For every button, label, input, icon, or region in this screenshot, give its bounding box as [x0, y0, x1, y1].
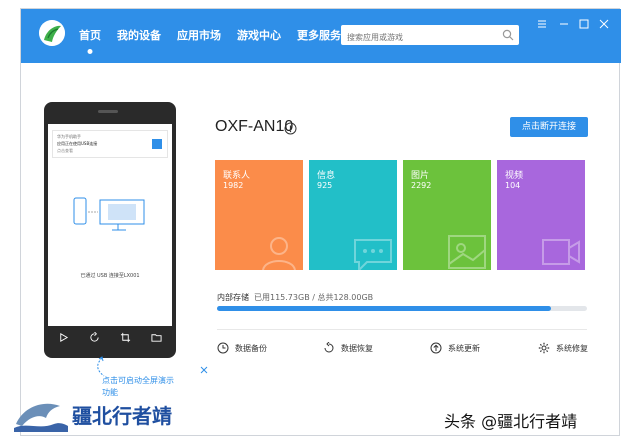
tile-contacts-count: 1982 [223, 181, 244, 190]
storage-label: 内部存储 [217, 293, 249, 302]
message-icon [354, 239, 392, 270]
restore-icon [324, 342, 334, 353]
image-icon [448, 235, 486, 269]
tile-videos[interactable]: 视频 104 [497, 160, 585, 270]
nav-game-center[interactable]: 游戏中心 [231, 9, 287, 63]
tile-images-title: 图片 [411, 171, 430, 181]
hint-close-icon[interactable] [200, 366, 208, 374]
search-input[interactable] [341, 27, 491, 48]
nav-app-market-label: 应用市场 [177, 29, 221, 42]
tile-messages-count: 925 [317, 181, 333, 190]
play-icon[interactable] [58, 332, 69, 343]
top-navigation-bar: 首页 我的设备 应用市场 游戏中心 更多服务 [21, 9, 621, 63]
phone-notification: 华为手机助手 应用正在使用USB连接 点击查看 [52, 130, 168, 158]
tile-messages-title: 信息 [317, 171, 336, 181]
phone-speaker [98, 110, 118, 113]
tile-images[interactable]: 图片 2292 [403, 160, 491, 270]
contact-icon [262, 237, 296, 270]
disconnect-button[interactable]: 点击断开连接 [510, 117, 588, 137]
close-icon[interactable] [597, 17, 611, 31]
tile-videos-count: 104 [505, 181, 521, 190]
credit-watermark: 头条 @疆北行者靖 [444, 412, 578, 431]
active-indicator [87, 49, 93, 54]
nav-app-market[interactable]: 应用市场 [171, 9, 227, 63]
storage-progress-fill [217, 306, 552, 311]
restore-label: 数据恢复 [341, 343, 373, 353]
tile-contacts[interactable]: 联系人 1982 [215, 160, 303, 270]
nav-game-center-label: 游戏中心 [237, 29, 281, 42]
info-icon[interactable] [284, 122, 297, 135]
divider [217, 329, 587, 330]
notification-title: 应用正在使用USB连接 [57, 141, 98, 146]
repair-label: 系统修复 [556, 343, 588, 353]
phone-toolbar [48, 326, 172, 348]
maximize-icon[interactable] [577, 17, 591, 31]
update-icon [430, 342, 442, 354]
nav-home-label: 首页 [79, 29, 101, 42]
nav-more-services[interactable]: 更多服务 [291, 9, 347, 63]
device-name: OXF-AN10 [215, 118, 294, 135]
notification-app-name: 华为手机助手 [57, 134, 81, 139]
update-action[interactable]: 系统更新 [430, 340, 480, 356]
nav-home[interactable]: 首页 [73, 9, 107, 63]
app-logo-icon [39, 20, 65, 46]
phone-preview[interactable]: 华为手机助手 应用正在使用USB连接 点击查看 已通过 USB 连接至LX001 [44, 102, 176, 358]
storage-progress-bar [217, 306, 587, 311]
tile-videos-title: 视频 [505, 171, 524, 181]
backup-icon [217, 342, 229, 354]
watermark: 疆北行者靖 [14, 396, 184, 432]
nav-my-devices[interactable]: 我的设备 [111, 9, 167, 63]
notification-action-icon [152, 139, 162, 149]
backup-action[interactable]: 数据备份 [217, 340, 267, 356]
repair-action[interactable]: 系统修复 [538, 340, 588, 356]
video-icon [542, 239, 580, 265]
notification-subtitle: 点击查看 [57, 148, 73, 153]
nav-more-services-label: 更多服务 [297, 29, 341, 42]
nav-my-devices-label: 我的设备 [117, 29, 161, 42]
menu-icon[interactable] [535, 17, 549, 31]
repair-icon [538, 342, 550, 354]
search-box [341, 25, 519, 48]
backup-label: 数据备份 [235, 343, 267, 353]
main-nav: 首页 我的设备 应用市场 游戏中心 更多服务 [73, 9, 347, 63]
minimize-icon[interactable] [557, 17, 571, 31]
folder-icon[interactable] [151, 332, 162, 343]
phone-connection-caption: 已通过 USB 连接至LX001 [80, 273, 140, 279]
search-icon[interactable] [502, 29, 514, 41]
restore-action[interactable]: 数据恢复 [323, 340, 373, 356]
update-label: 系统更新 [448, 343, 480, 353]
phone-screen: 华为手机助手 应用正在使用USB连接 点击查看 已通过 USB 连接至LX001 [48, 124, 172, 326]
storage-usage-text: 已用115.73GB / 总共128.00GB [254, 293, 374, 302]
crop-icon[interactable] [120, 332, 131, 343]
watermark-text: 疆北行者靖 [72, 404, 172, 428]
tile-contacts-title: 联系人 [223, 171, 251, 181]
dolphin-logo-icon [14, 403, 68, 432]
tile-messages[interactable]: 信息 925 [309, 160, 397, 270]
usb-connection-illustration-icon [73, 197, 145, 231]
tile-images-count: 2292 [411, 181, 432, 190]
refresh-icon[interactable] [89, 331, 100, 343]
